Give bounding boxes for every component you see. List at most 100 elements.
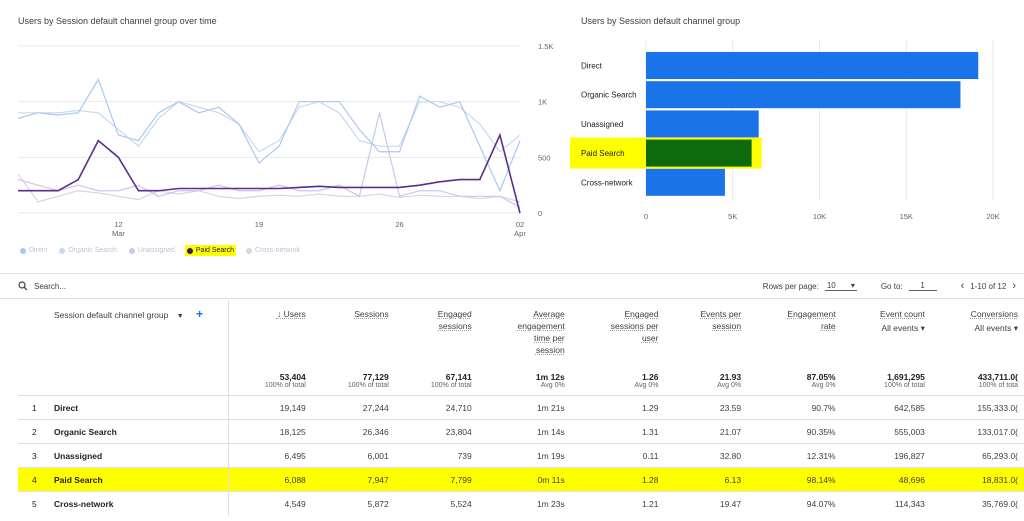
total-cell: 67,141 100% of total bbox=[430, 372, 472, 389]
table-cell: 555,003 bbox=[841, 419, 931, 444]
series-line-organic-search bbox=[18, 101, 521, 153]
legend-item-cross-network[interactable]: Cross-network bbox=[244, 245, 302, 256]
row-index: 1 bbox=[18, 395, 48, 420]
total-cell: 1.26 Avg 0% bbox=[634, 372, 659, 389]
column-header[interactable]: Event count All events ▾ bbox=[842, 300, 931, 370]
x-tick-label: 0 bbox=[644, 212, 648, 221]
table-row[interactable]: 5 Cross-network 4,549 5,872 5,524 1m 23s 1.21 1… bbox=[18, 491, 1024, 516]
row-dimension-value[interactable]: Cross-network bbox=[48, 491, 229, 516]
bar-paid-search[interactable] bbox=[646, 139, 752, 167]
x-tick-month: Mar bbox=[112, 229, 125, 238]
column-header[interactable]: ↓ Users bbox=[228, 300, 312, 370]
column-header[interactable]: Conversions All events ▾ bbox=[931, 300, 1024, 370]
column-header[interactable]: Engagement rate bbox=[747, 300, 842, 370]
x-tick-label: 12 bbox=[114, 220, 122, 229]
x-tick-label: 10K bbox=[813, 212, 826, 221]
search-box[interactable]: Search... bbox=[18, 281, 66, 291]
column-header[interactable]: Average engagement time per session bbox=[478, 300, 571, 370]
chevron-down-icon[interactable]: ▼ bbox=[177, 313, 184, 320]
table-row[interactable]: 3 Unassigned 6,495 6,001 739 1m 19s 0.11 32.80 1… bbox=[18, 443, 1024, 468]
row-dimension-value[interactable]: Organic Search bbox=[48, 419, 229, 444]
search-input[interactable]: Search... bbox=[34, 282, 66, 291]
column-header[interactable]: Engaged sessions per user bbox=[571, 300, 665, 370]
row-dimension-value[interactable]: Paid Search bbox=[48, 467, 229, 492]
table-cell: 7,947 bbox=[311, 467, 395, 492]
legend-item-organic-search[interactable]: Organic Search bbox=[57, 245, 119, 256]
row-index: 5 bbox=[18, 491, 48, 516]
table-cell: 6,001 bbox=[311, 443, 395, 468]
table-toolbar: Search... Rows per page: 10 ▾ Go to: 1 ‹ … bbox=[0, 273, 1024, 299]
total-cell: 1,691,295 100% of total bbox=[884, 372, 925, 389]
table-cell: 19,149 bbox=[228, 395, 312, 420]
line-chart-title: Users by Session default channel group o… bbox=[18, 16, 217, 26]
metric-dropdown[interactable]: All events ▾ bbox=[937, 322, 1018, 334]
table-cell: 98.14% bbox=[747, 467, 842, 492]
table-cell: 27,244 bbox=[311, 395, 395, 420]
table-cell: 1m 21s bbox=[477, 395, 571, 420]
series-line-unassigned bbox=[17, 112, 521, 208]
bar-unassigned[interactable] bbox=[646, 110, 759, 138]
series-line-direct bbox=[17, 78, 521, 193]
rows-per-page-value: 10 bbox=[826, 281, 836, 290]
search-icon bbox=[18, 281, 28, 291]
legend-label: Unassigned bbox=[137, 247, 175, 254]
table-cell: 48,696 bbox=[841, 467, 931, 492]
rows-per-page-select[interactable]: 10 ▾ bbox=[824, 281, 857, 291]
table-row[interactable]: 2 Organic Search 18,125 26,346 23,804 1m 14s 1… bbox=[18, 419, 1024, 444]
bar-cross-network[interactable] bbox=[646, 168, 725, 196]
x-tick-label: 20K bbox=[986, 212, 999, 221]
metric-dropdown[interactable]: All events ▾ bbox=[848, 322, 924, 334]
table-cell: 24,710 bbox=[394, 395, 478, 420]
table-cell: 5,524 bbox=[394, 491, 478, 516]
row-index: 4 bbox=[18, 467, 48, 492]
total-cell: 21.93 Avg 0% bbox=[717, 372, 742, 389]
column-header[interactable]: Sessions bbox=[312, 300, 395, 370]
table-cell: 1.31 bbox=[570, 419, 665, 444]
legend-label: Direct bbox=[29, 247, 48, 254]
bar-category-label: Paid Search bbox=[581, 149, 625, 158]
row-dimension-value[interactable]: Unassigned bbox=[48, 443, 229, 468]
table-cell: 114,343 bbox=[841, 491, 931, 516]
add-dimension-icon[interactable]: + bbox=[196, 307, 203, 321]
bar-chart-title: Users by Session default channel group bbox=[581, 16, 741, 26]
table-cell: 26,346 bbox=[311, 419, 395, 444]
row-dimension-value[interactable]: Direct bbox=[48, 395, 229, 420]
table-cell: 5,872 bbox=[311, 491, 395, 516]
total-cell: 1m 12s Avg 0% bbox=[535, 372, 565, 389]
dimension-header-label: Session default channel group bbox=[54, 310, 169, 320]
totals-row: 53,404 100% of total 77,129 100% of total 67… bbox=[18, 370, 1024, 396]
legend-label: Cross-network bbox=[255, 247, 301, 254]
x-tick-label: 26 bbox=[395, 220, 403, 229]
page-range: 1-10 of 12 bbox=[970, 281, 1007, 291]
bar-organic-search[interactable] bbox=[646, 81, 961, 109]
x-tick-label: 15K bbox=[900, 212, 913, 221]
table-cell: 94.07% bbox=[747, 491, 842, 516]
table-cell: 642,585 bbox=[841, 395, 931, 420]
bar-direct[interactable] bbox=[646, 52, 979, 79]
table-cell: 7,799 bbox=[394, 467, 478, 492]
table-row[interactable]: 1 Direct 19,149 27,244 24,710 1m 21s 1.29 23.59… bbox=[18, 395, 1024, 420]
table-cell: 739 bbox=[394, 443, 478, 468]
table-cell: 19.47 bbox=[664, 491, 748, 516]
table-cell: 1.21 bbox=[570, 491, 665, 516]
table-cell: 18,831.0( bbox=[930, 467, 1024, 492]
y-tick-label: 1K bbox=[538, 98, 547, 107]
legend-label: Organic Search bbox=[68, 247, 117, 254]
legend-item-paid-search[interactable]: Paid Search bbox=[184, 245, 237, 256]
table-row[interactable]: 4 Paid Search 6,088 7,947 7,799 0m 11s 1.28 6.1… bbox=[18, 467, 1024, 492]
legend-item-unassigned[interactable]: Unassigned bbox=[127, 245, 177, 256]
table-cell: 65,293.0( bbox=[930, 443, 1024, 468]
goto-input[interactable]: 1 bbox=[908, 281, 937, 291]
x-tick-label: 19 bbox=[255, 220, 263, 229]
legend-dot-icon bbox=[186, 247, 193, 254]
chevron-left-icon[interactable]: ‹ bbox=[961, 280, 965, 292]
chevron-right-icon[interactable]: › bbox=[1012, 280, 1016, 292]
table-cell: 1m 19s bbox=[477, 443, 571, 468]
table-cell: 12.31% bbox=[747, 443, 842, 468]
legend-item-direct[interactable]: Direct bbox=[18, 245, 49, 256]
dimension-header[interactable]: Session default channel group ▼ + bbox=[18, 300, 229, 370]
column-header[interactable]: Events per session bbox=[665, 300, 748, 370]
table-cell: 6,495 bbox=[228, 443, 312, 468]
bar-category-label: Unassigned bbox=[581, 120, 623, 129]
column-header[interactable]: Engaged sessions bbox=[395, 300, 478, 370]
